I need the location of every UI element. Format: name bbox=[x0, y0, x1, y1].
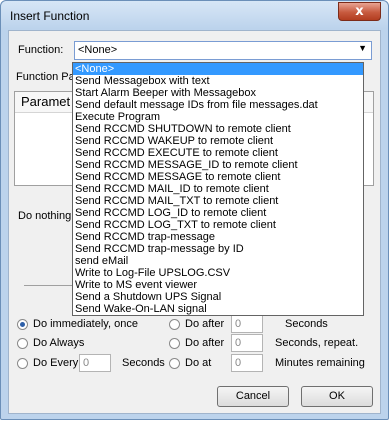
dropdown-option[interactable]: Write to Log-File UPSLOG.CSV bbox=[73, 267, 363, 279]
radio-every[interactable] bbox=[17, 358, 28, 369]
dropdown-option[interactable]: Send RCCMD LOG_ID to remote client bbox=[73, 207, 363, 219]
dropdown-option[interactable]: Send RCCMD MESSAGE to remote client bbox=[73, 171, 363, 183]
dropdown-option[interactable]: Send RCCMD SHUTDOWN to remote client bbox=[73, 123, 363, 135]
dropdown-option[interactable]: Send RCCMD MAIL_TXT to remote client bbox=[73, 195, 363, 207]
dropdown-option[interactable]: send eMail bbox=[73, 255, 363, 267]
radio-at[interactable] bbox=[169, 358, 180, 369]
radio-after-repeat[interactable] bbox=[169, 338, 180, 349]
at-input[interactable]: 0 bbox=[231, 354, 263, 372]
dropdown-option[interactable]: Send RCCMD MAIL_ID to remote client bbox=[73, 183, 363, 195]
title-bar[interactable]: Insert Function x bbox=[1, 1, 388, 29]
radio-every-label: Do Every bbox=[33, 357, 79, 369]
radio-immediately-label: Do immediately, once bbox=[33, 318, 138, 330]
dropdown-option[interactable]: Write to MS event viewer bbox=[73, 279, 363, 291]
dropdown-option[interactable]: Send RCCMD LOG_TXT to remote client bbox=[73, 219, 363, 231]
radio-always-label: Do Always bbox=[33, 337, 85, 349]
function-select[interactable]: <None> ▼ bbox=[74, 41, 372, 60]
parameter-column-header: Paramet bbox=[21, 94, 71, 109]
cancel-button[interactable]: Cancel bbox=[217, 386, 289, 407]
dropdown-option[interactable]: Send RCCMD WAKEUP to remote client bbox=[73, 135, 363, 147]
ok-button[interactable]: OK bbox=[301, 386, 373, 407]
dropdown-option[interactable]: Start Alarm Beeper with Messagebox bbox=[73, 87, 363, 99]
after-repeat-unit: Seconds, repeat. bbox=[275, 337, 359, 349]
function-dropdown-list[interactable]: <None> Send Messagebox with text Start A… bbox=[72, 62, 364, 316]
function-select-value: <None> bbox=[78, 44, 118, 56]
at-unit: Minutes remaining bbox=[275, 357, 365, 369]
dropdown-option[interactable]: Send a Shutdown UPS Signal bbox=[73, 291, 363, 303]
function-params-label: Function Pa bbox=[16, 71, 75, 83]
dropdown-option[interactable]: Execute Program bbox=[73, 111, 363, 123]
radio-after-once-label: Do after bbox=[185, 318, 225, 330]
dropdown-option[interactable]: Send Messagebox with text bbox=[73, 75, 363, 87]
status-text: Do nothing bbox=[18, 210, 72, 222]
radio-after-once[interactable] bbox=[169, 319, 180, 330]
dropdown-option[interactable]: <None> bbox=[73, 63, 363, 75]
dropdown-option[interactable]: Send RCCMD EXECUTE to remote client bbox=[73, 147, 363, 159]
radio-after-repeat-label: Do after bbox=[185, 337, 225, 349]
close-icon: x bbox=[355, 4, 364, 19]
dropdown-option[interactable]: Send default message IDs from file messa… bbox=[73, 99, 363, 111]
dropdown-option[interactable]: Send Wake-On-LAN signal bbox=[73, 303, 363, 315]
chevron-down-icon[interactable]: ▼ bbox=[358, 43, 367, 53]
every-unit: Seconds bbox=[122, 357, 165, 369]
after-once-unit: Seconds bbox=[285, 318, 328, 330]
after-once-input[interactable]: 0 bbox=[231, 315, 263, 333]
close-button[interactable]: x bbox=[338, 2, 381, 21]
after-repeat-input[interactable]: 0 bbox=[231, 334, 263, 352]
window-title: Insert Function bbox=[10, 9, 90, 23]
dropdown-option[interactable]: Send RCCMD trap-message by ID bbox=[73, 243, 363, 255]
radio-immediately[interactable] bbox=[17, 319, 28, 330]
function-label: Function: bbox=[18, 44, 64, 56]
every-input[interactable]: 0 bbox=[79, 354, 111, 372]
dropdown-option[interactable]: Send RCCMD trap-message bbox=[73, 231, 363, 243]
dropdown-option[interactable]: Send RCCMD MESSAGE_ID to remote client bbox=[73, 159, 363, 171]
radio-at-label: Do at bbox=[185, 357, 212, 369]
radio-always[interactable] bbox=[17, 338, 28, 349]
